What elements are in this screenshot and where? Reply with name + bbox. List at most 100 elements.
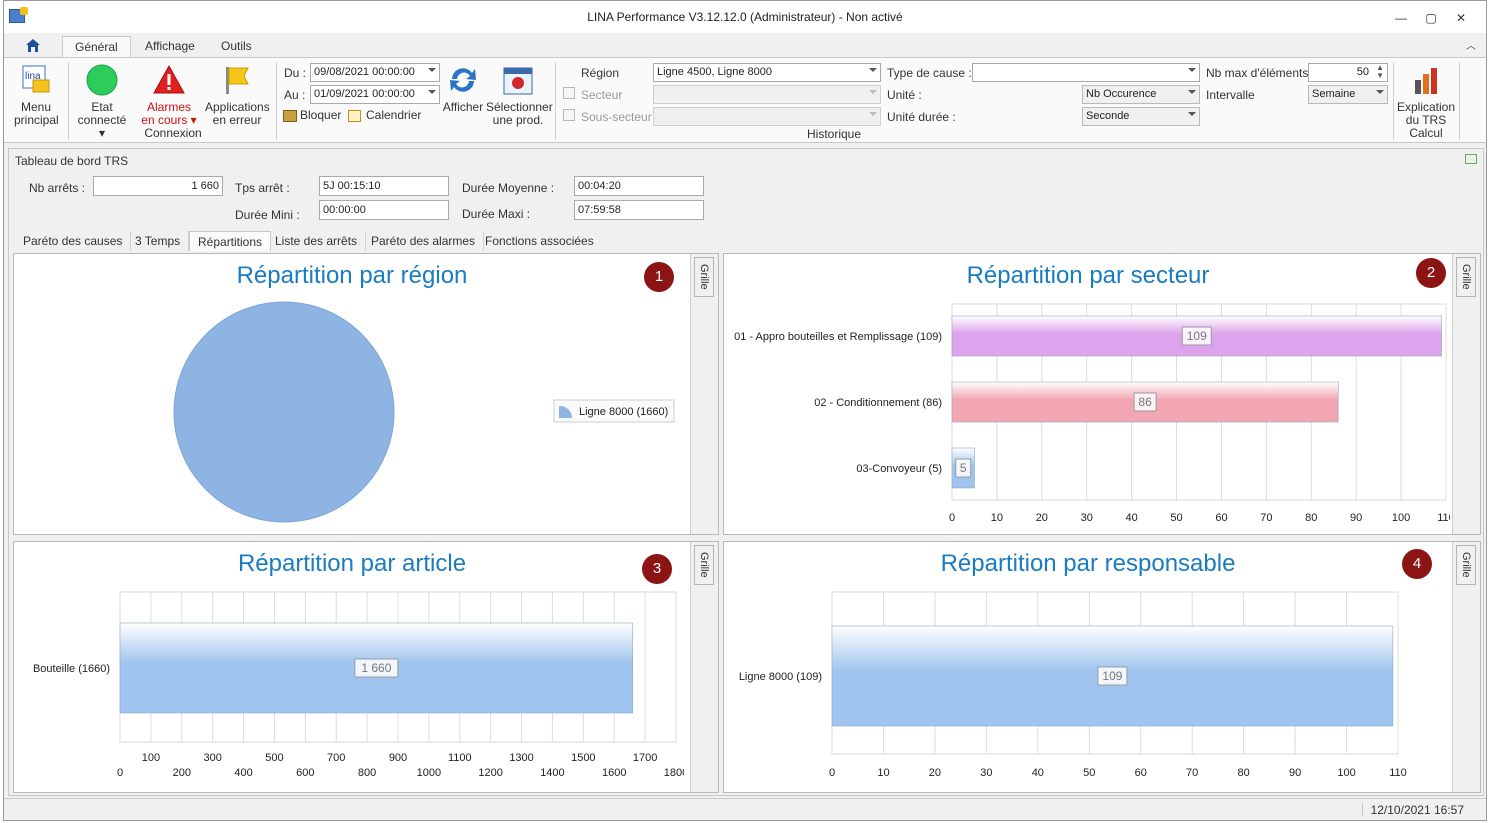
ribbon: lina Menu principal Etat connecté ▾ Alar…	[4, 57, 1486, 143]
unite-select[interactable]: Nb Occurence	[1082, 85, 1200, 104]
chart-responsable-svg: 0 10 20 30 40 50 60 70 80 90 100 110 109 Ligne 8000 (…	[739, 591, 1407, 779]
chart-panel-responsable: Répartition par responsable 4 Grille 0 10…	[723, 541, 1481, 793]
tps-arret-value: 5J 00:15:10	[319, 176, 449, 196]
type-cause-select[interactable]	[972, 63, 1200, 82]
chart-panel-secteur: Répartition par secteur 2 Grille 0 10 20 30…	[723, 253, 1481, 535]
x-tick-label: 100	[1392, 512, 1410, 524]
collapse-ribbon-icon[interactable]: ︿	[1466, 37, 1476, 52]
grille-toggle-secteur[interactable]: Grille	[1456, 257, 1476, 297]
data-label: 5	[960, 461, 967, 475]
x-tick-label: 1000	[417, 767, 441, 779]
type-cause-label: Type de cause :	[887, 66, 972, 80]
x-tick-label: 10	[877, 767, 889, 779]
intervalle-label: Intervalle	[1206, 88, 1255, 102]
category-label: Ligne 8000 (109)	[739, 671, 822, 683]
menu-principal-button[interactable]: lina Menu principal	[8, 64, 64, 127]
nb-arrets-value: 1 660	[93, 176, 223, 196]
lina-menu-icon: lina	[22, 65, 50, 93]
category-label: Bouteille (1660)	[33, 663, 110, 675]
pie-slice	[173, 301, 395, 523]
unite-duree-select[interactable]: Seconde	[1082, 107, 1200, 126]
x-tick-label: 30	[1081, 512, 1093, 524]
tab-general[interactable]: Général	[62, 36, 131, 58]
pin-panel-icon[interactable]	[1465, 154, 1477, 164]
chevron-down-icon	[1188, 68, 1196, 72]
category-label: 02 - Conditionnement (86)	[814, 397, 942, 409]
duree-moyenne-label: Durée Moyenne :	[462, 181, 555, 195]
tab-repartitions[interactable]: Répartitions	[189, 231, 272, 251]
chevron-down-icon	[869, 68, 877, 72]
au-date-field[interactable]: 01/09/2021 00:00:00	[310, 85, 440, 104]
grille-toggle-region[interactable]: Grille	[694, 257, 714, 297]
data-label: 109	[1187, 329, 1207, 343]
alarmes-en-cours-button[interactable]: Alarmes en cours ▾	[137, 64, 201, 127]
x-tick-label: 40	[1126, 512, 1138, 524]
x-tick-label: 110	[1389, 767, 1407, 779]
tab-liste-arrets[interactable]: Liste des arrêts	[267, 231, 367, 251]
chevron-down-icon	[1188, 90, 1196, 94]
etat-connecte-button[interactable]: Etat connecté ▾	[72, 64, 132, 140]
title-bar: LINA Performance V3.12.12.0 (Administrat…	[4, 1, 1486, 33]
chevron-down-icon	[428, 90, 436, 94]
x-tick-label: 60	[1135, 767, 1147, 779]
x-tick-label: 100	[1337, 767, 1355, 779]
du-date-field[interactable]: 09/08/2021 00:00:00	[310, 63, 440, 82]
grille-toggle-responsable[interactable]: Grille	[1456, 545, 1476, 585]
x-tick-label: 40	[1032, 767, 1044, 779]
tab-pareto-alarmes[interactable]: Paréto des alarmes	[363, 231, 485, 251]
selectionner-prod-button[interactable]: Sélectionner une prod.	[486, 64, 553, 127]
status-bar: 12/10/2021 16:57	[4, 798, 1486, 820]
x-tick-label: 80	[1305, 512, 1317, 524]
sous-secteur-checkbox[interactable]	[563, 109, 575, 121]
applications-en-erreur-button[interactable]: Applications en erreur	[204, 64, 270, 127]
afficher-button[interactable]: Afficher	[442, 64, 484, 114]
au-label: Au :	[284, 88, 306, 102]
x-tick-label: 1400	[540, 767, 564, 779]
nb-arrets-label: Nb arrêts :	[29, 181, 86, 195]
x-tick-label: 80	[1238, 767, 1250, 779]
status-datetime: 12/10/2021 16:57	[1361, 803, 1464, 817]
home-tab[interactable]	[6, 36, 60, 57]
secteur-label: Secteur	[581, 88, 623, 102]
duree-maxi-label: Durée Maxi :	[462, 207, 531, 221]
du-label: Du :	[284, 66, 307, 80]
bloquer-button[interactable]: Bloquer	[283, 109, 341, 122]
x-tick-label: 70	[1260, 512, 1272, 524]
x-tick-label: 70	[1186, 767, 1198, 779]
region-select[interactable]: Ligne 4500, Ligne 8000	[653, 63, 881, 82]
tab-affichage[interactable]: Affichage	[133, 36, 207, 58]
window-title: LINA Performance V3.12.12.0 (Administrat…	[587, 10, 903, 24]
chart-region-svg: Ligne 8000 (1660)	[173, 301, 675, 523]
minimize-button[interactable]: —	[1386, 9, 1416, 27]
intervalle-select[interactable]: Semaine	[1308, 85, 1388, 104]
maximize-button[interactable]: ▢	[1416, 9, 1446, 27]
x-tick-label: 1700	[633, 752, 657, 764]
x-tick-label: 90	[1289, 767, 1301, 779]
tab-fonctions-associees[interactable]: Fonctions associées	[477, 231, 602, 251]
grille-toggle-article[interactable]: Grille	[694, 545, 714, 585]
sous-secteur-select[interactable]	[653, 107, 881, 126]
x-tick-label: 1600	[602, 767, 626, 779]
x-tick-label: 400	[234, 767, 252, 779]
category-label: 03-Convoyeur (5)	[856, 463, 942, 475]
group-label-connexion: Connexion	[144, 126, 202, 140]
x-tick-label: 90	[1350, 512, 1362, 524]
flag-icon	[226, 67, 249, 94]
refresh-icon	[450, 68, 476, 92]
explication-trs-button[interactable]: Explication du TRS	[1396, 64, 1456, 127]
x-tick-label: 60	[1215, 512, 1227, 524]
secteur-select[interactable]	[653, 85, 881, 104]
duree-maxi-value: 07:59:58	[574, 200, 704, 220]
calendrier-button[interactable]: Calendrier	[348, 109, 421, 122]
nb-max-stepper[interactable]: 50 ▲ ▼	[1308, 63, 1388, 82]
spin-arrows-icon[interactable]: ▲ ▼	[1376, 64, 1384, 80]
chevron-down-icon	[869, 90, 877, 94]
tab-3-temps[interactable]: 3 Temps	[127, 231, 190, 251]
tab-outils[interactable]: Outils	[209, 36, 264, 58]
x-tick-label: 0	[949, 512, 955, 524]
x-tick-label: 700	[327, 752, 345, 764]
nb-max-label: Nb max d'éléments	[1206, 66, 1309, 80]
close-button[interactable]: ✕	[1446, 9, 1476, 27]
tab-pareto-causes[interactable]: Paréto des causes	[15, 231, 132, 251]
secteur-checkbox[interactable]	[563, 87, 575, 99]
